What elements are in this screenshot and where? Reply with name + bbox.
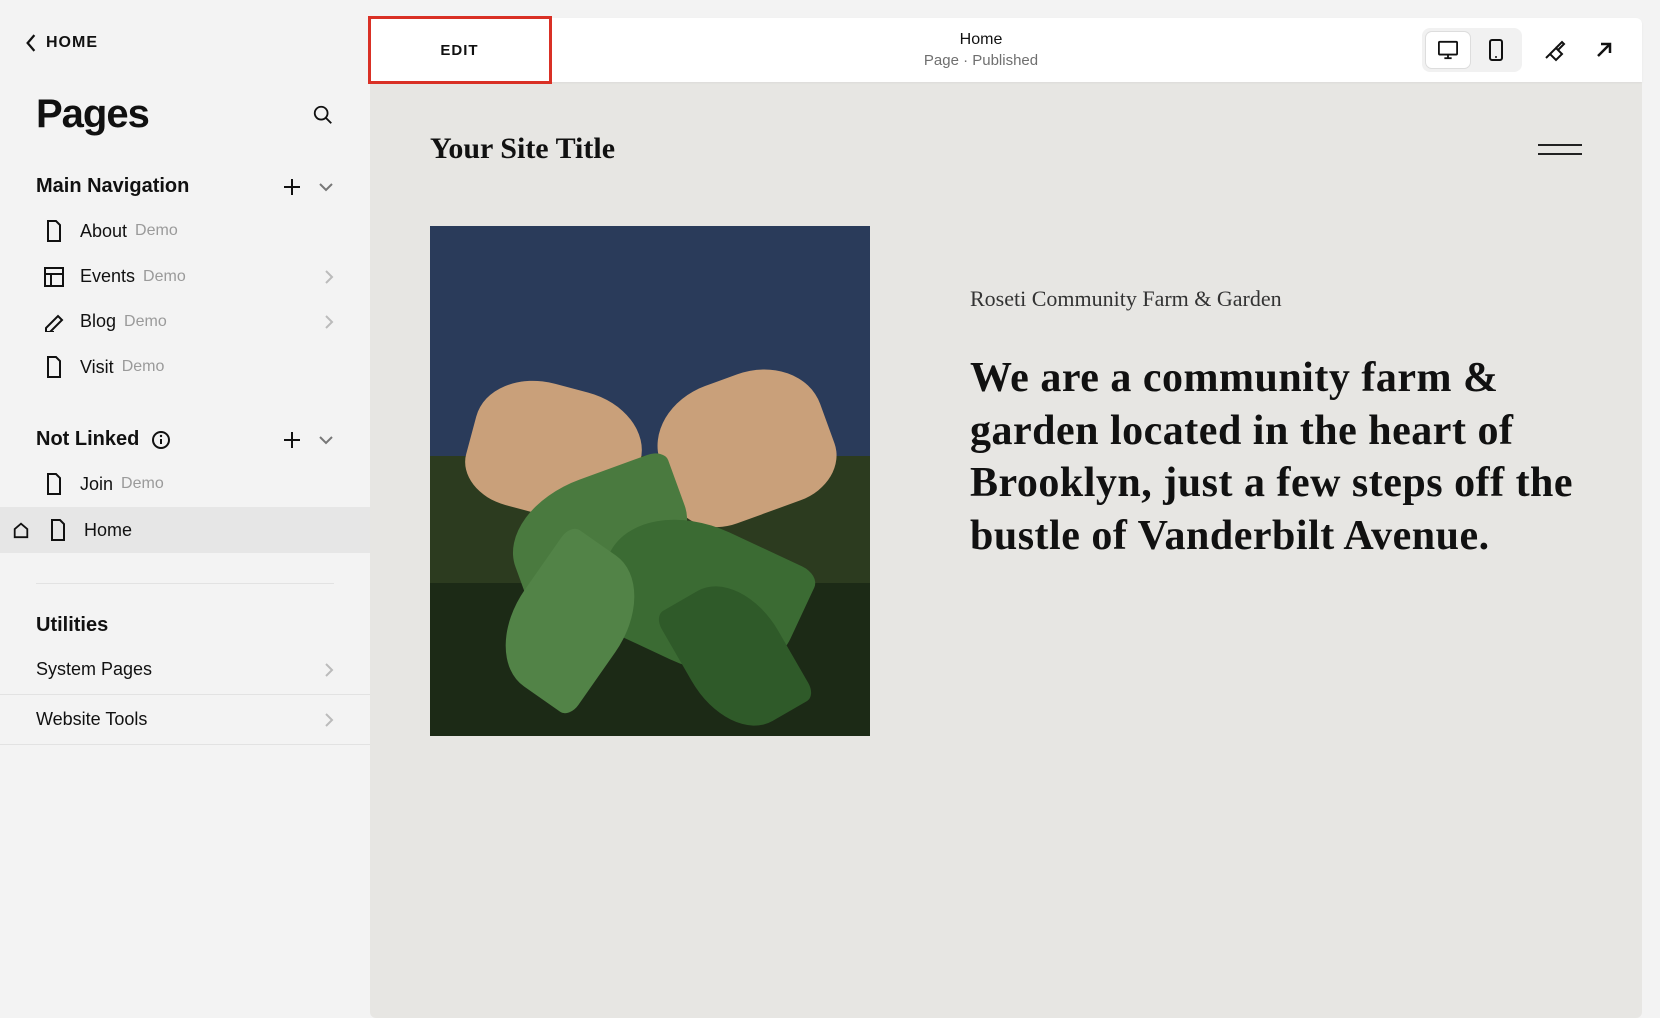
edit-button[interactable]: EDIT	[370, 18, 550, 82]
menu-button[interactable]	[1538, 144, 1582, 155]
app-root: HOME Pages Main Navigation About Demo Ev…	[0, 0, 1660, 1018]
site-title[interactable]: Your Site Title	[430, 132, 615, 166]
info-icon[interactable]	[151, 430, 171, 450]
sidebar-title-row: Pages	[0, 52, 370, 157]
mobile-icon	[1489, 39, 1503, 61]
demo-badge: Demo	[121, 475, 164, 493]
layout-icon	[44, 267, 64, 287]
section-label: Main Navigation	[36, 175, 189, 198]
hero-heading[interactable]: We are a community farm & garden located…	[970, 352, 1582, 562]
page-item-home[interactable]: Home	[0, 507, 370, 553]
demo-badge: Demo	[143, 268, 186, 286]
page-icon	[45, 473, 63, 495]
topbar-center[interactable]: Home Page · Published	[550, 18, 1412, 82]
search-icon[interactable]	[312, 104, 334, 126]
mobile-view-button[interactable]	[1474, 32, 1518, 68]
topbar-right	[1412, 18, 1642, 82]
hamburger-line	[1538, 153, 1582, 155]
styles-button[interactable]	[1536, 32, 1572, 68]
paintbrush-icon	[1542, 38, 1566, 62]
demo-badge: Demo	[135, 222, 178, 240]
page-name: Visit	[80, 357, 114, 378]
page-item-join[interactable]: Join Demo	[0, 461, 370, 507]
page-name: About	[80, 221, 127, 242]
site-preview: Your Site Title	[370, 82, 1642, 1018]
page-name: Home	[84, 520, 132, 541]
util-system-pages[interactable]: System Pages	[0, 645, 370, 695]
page-icon	[49, 519, 67, 541]
home-indicator-icon	[12, 521, 30, 539]
util-website-tools[interactable]: Website Tools	[0, 695, 370, 745]
hero-image[interactable]	[430, 226, 870, 736]
topbar: EDIT Home Page · Published	[370, 18, 1642, 82]
current-page-meta: Page · Published	[924, 51, 1038, 71]
desktop-icon	[1437, 40, 1459, 60]
blog-icon	[44, 312, 64, 332]
section-main-nav: Main Navigation	[0, 157, 370, 208]
chevron-right-icon	[324, 662, 334, 678]
chevron-down-icon[interactable]	[318, 179, 334, 195]
sidebar-title: Pages	[36, 92, 149, 137]
arrow-up-right-icon	[1594, 40, 1614, 60]
current-page-title: Home	[960, 30, 1003, 51]
page-name: Blog	[80, 311, 116, 332]
preview-scroll[interactable]: Your Site Title	[370, 82, 1642, 1018]
back-label: HOME	[46, 34, 98, 52]
add-page-icon[interactable]	[282, 177, 302, 197]
page-item-events[interactable]: Events Demo	[0, 254, 370, 299]
hero-eyebrow[interactable]: Roseti Community Farm & Garden	[970, 286, 1582, 312]
hamburger-line	[1538, 144, 1582, 146]
util-label: Website Tools	[36, 709, 147, 730]
page-icon	[45, 356, 63, 378]
main-area: EDIT Home Page · Published	[370, 0, 1660, 1018]
back-to-home[interactable]: HOME	[0, 0, 370, 52]
add-page-icon[interactable]	[282, 430, 302, 450]
page-icon	[45, 220, 63, 242]
edit-label: EDIT	[440, 42, 478, 59]
chevron-left-icon	[24, 34, 38, 52]
demo-badge: Demo	[122, 358, 165, 376]
util-label: System Pages	[36, 659, 152, 680]
device-toggle	[1422, 28, 1522, 72]
page-item-about[interactable]: About Demo	[0, 208, 370, 254]
chevron-right-icon	[324, 269, 334, 285]
chevron-down-icon[interactable]	[318, 432, 334, 448]
hero-text: Roseti Community Farm & Garden We are a …	[970, 226, 1582, 562]
page-item-visit[interactable]: Visit Demo	[0, 344, 370, 390]
page-name: Events	[80, 266, 135, 287]
section-label: Not Linked	[36, 428, 139, 451]
demo-badge: Demo	[124, 313, 167, 331]
page-item-blog[interactable]: Blog Demo	[0, 299, 370, 344]
section-not-linked: Not Linked	[0, 390, 370, 461]
utilities-heading: Utilities	[0, 584, 370, 645]
open-external-button[interactable]	[1586, 32, 1622, 68]
page-name: Join	[80, 474, 113, 495]
chevron-right-icon	[324, 712, 334, 728]
chevron-right-icon	[324, 314, 334, 330]
site-header: Your Site Title	[430, 122, 1582, 226]
desktop-view-button[interactable]	[1426, 32, 1470, 68]
pages-sidebar: HOME Pages Main Navigation About Demo Ev…	[0, 0, 370, 1018]
hero-section: Roseti Community Farm & Garden We are a …	[430, 226, 1582, 736]
